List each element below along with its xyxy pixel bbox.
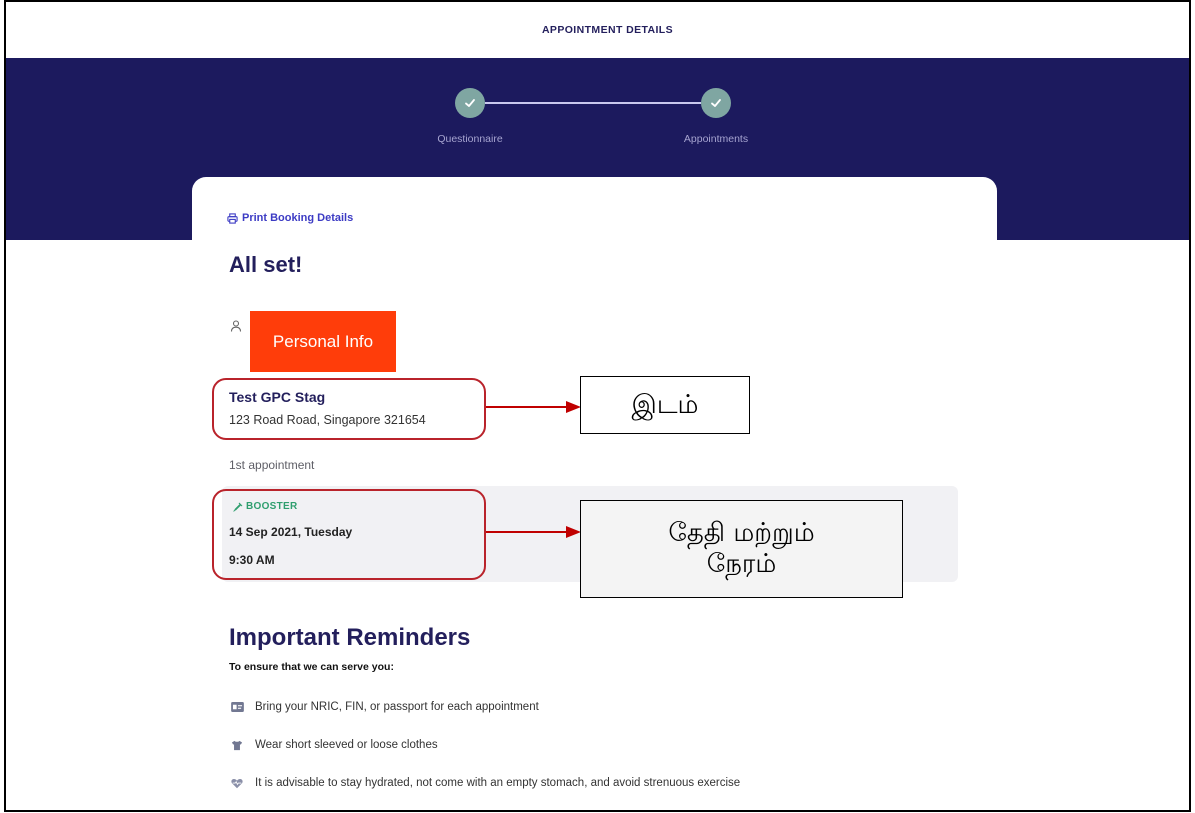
step-complete-indicator	[701, 88, 731, 118]
step-label: Appointments	[683, 133, 749, 145]
step-label: Questionnaire	[437, 133, 503, 145]
datetime-highlight	[212, 489, 486, 580]
confirmation-heading: All set!	[229, 252, 303, 277]
reminders-title: Important Reminders	[229, 624, 471, 651]
id-card-icon	[230, 700, 244, 714]
datetime-callout-line: நேரம்	[706, 549, 777, 579]
personal-info-redaction: Personal Info	[250, 311, 396, 372]
datetime-callout: தேதி மற்றும் நேரம்	[580, 500, 903, 598]
reminder-text: Wear short sleeved or loose clothes	[255, 739, 438, 751]
person-icon	[230, 320, 242, 332]
reminder-text: Bring your NRIC, FIN, or passport for ea…	[255, 701, 539, 713]
step-complete-indicator	[455, 88, 485, 118]
datetime-callout-line: தேதி மற்றும்	[668, 518, 815, 548]
appointment-label: 1st appointment	[229, 458, 315, 472]
location-callout-text: இடம்	[631, 389, 699, 420]
location-highlight	[212, 378, 486, 440]
reminder-text: It is advisable to stay hydrated, not co…	[255, 777, 741, 789]
list-item: It is advisable to stay hydrated, not co…	[230, 775, 740, 791]
check-icon	[465, 99, 475, 107]
heart-pulse-icon	[230, 776, 244, 790]
shirt-icon	[230, 738, 244, 752]
datetime-arrow	[486, 526, 581, 538]
page-title: APPOINTMENT DETAILS	[541, 24, 674, 36]
print-booking-link[interactable]: Print Booking Details	[227, 211, 353, 225]
step-questionnaire[interactable]: Questionnaire	[410, 88, 530, 146]
printer-icon	[227, 212, 238, 224]
list-item: Wear short sleeved or loose clothes	[230, 737, 438, 753]
list-item: Bring your NRIC, FIN, or passport for ea…	[230, 699, 539, 715]
print-link-label: Print Booking Details	[242, 212, 354, 224]
reminders-intro: To ensure that we can serve you:	[229, 661, 394, 673]
page-header: APPOINTMENT DETAILS	[6, 2, 1189, 58]
check-icon	[711, 99, 721, 107]
location-callout: இடம்	[580, 376, 750, 434]
step-appointments[interactable]: Appointments	[656, 88, 776, 146]
location-arrow	[486, 401, 581, 413]
